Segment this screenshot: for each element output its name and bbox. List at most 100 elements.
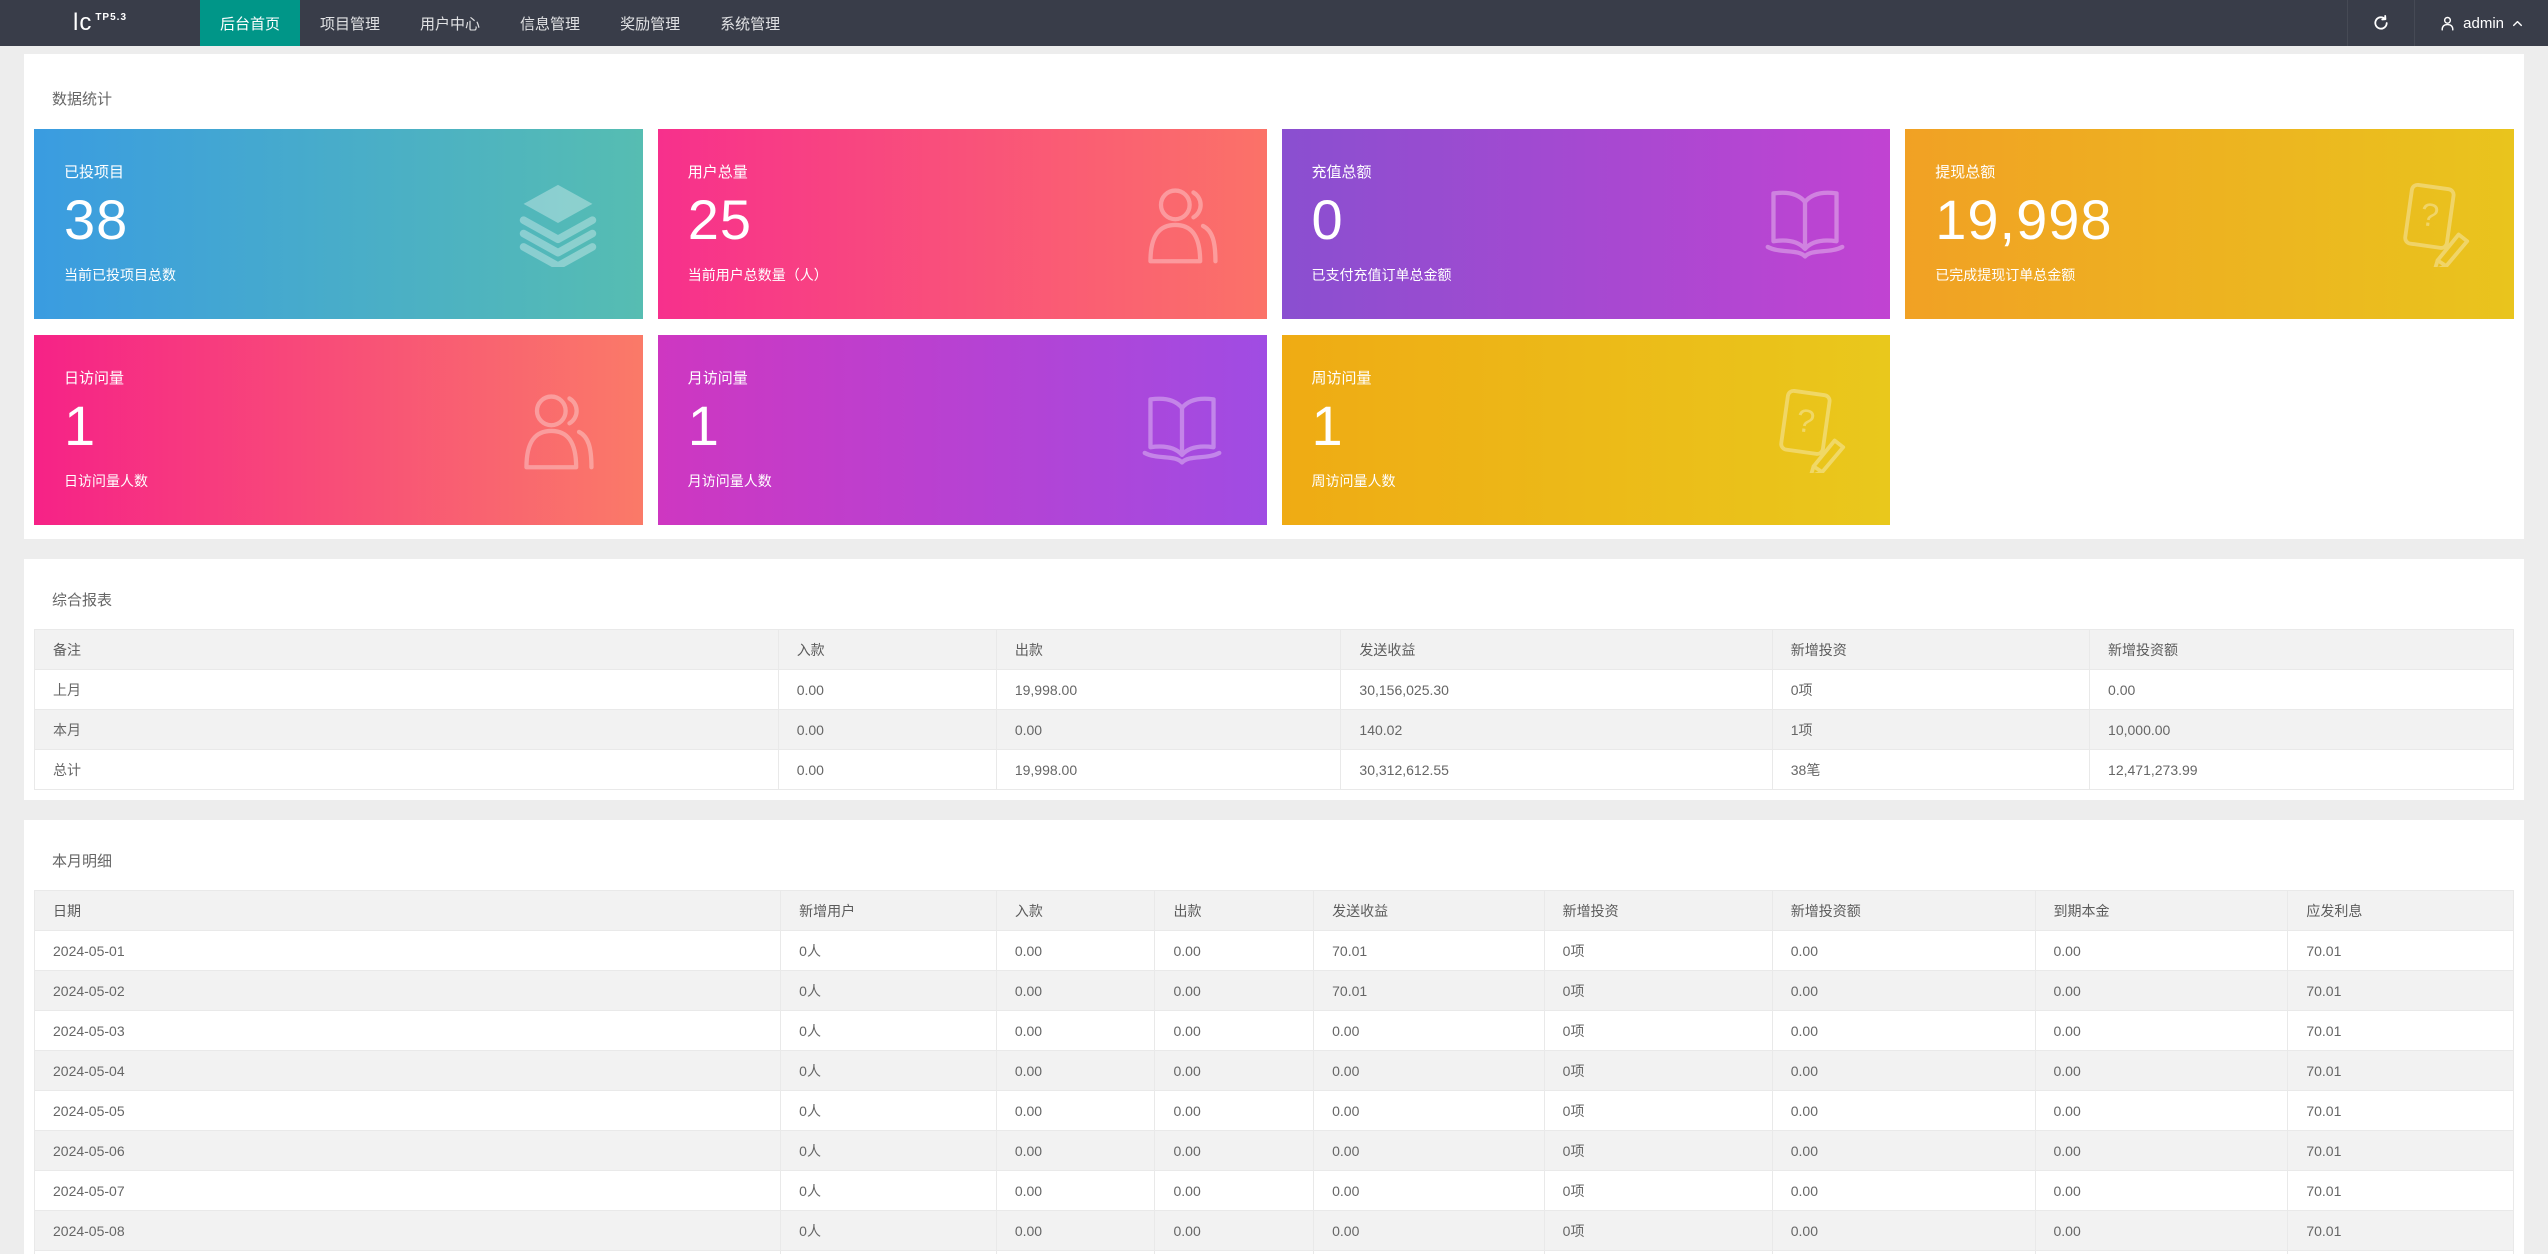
table-cell: 1项 bbox=[1544, 1251, 1772, 1254]
table-cell: 0.00 bbox=[2035, 1131, 2288, 1171]
table-cell: 0.00 bbox=[996, 931, 1155, 971]
table-cell: 10,000.00 bbox=[1772, 1251, 2035, 1254]
table-cell: 0.00 bbox=[2035, 1211, 2288, 1251]
table-cell: 2024-05-09 bbox=[35, 1251, 781, 1254]
table-cell: 0.00 bbox=[996, 1051, 1155, 1091]
table-cell: 0.00 bbox=[1155, 1251, 1314, 1254]
table-cell: 70.01 bbox=[2288, 971, 2514, 1011]
stat-card: 充值总额 0 已支付充值订单总金额 bbox=[1282, 129, 1891, 319]
nav-item-info[interactable]: 信息管理 bbox=[500, 0, 600, 46]
table-row: 2024-05-010人0.000.0070.010项0.000.0070.01 bbox=[35, 931, 2514, 971]
nav-item-dashboard[interactable]: 后台首页 bbox=[200, 0, 300, 46]
table-cell: 0.00 bbox=[2035, 971, 2288, 1011]
main-menu: 后台首页 项目管理 用户中心 信息管理 奖励管理 系统管理 bbox=[200, 0, 800, 46]
table-cell: 0项 bbox=[1544, 1131, 1772, 1171]
nav-item-rewards[interactable]: 奖励管理 bbox=[600, 0, 700, 46]
users-icon bbox=[515, 387, 601, 473]
stat-card: 提现总额 19,998 已完成提现订单总金额 ? bbox=[1905, 129, 2514, 319]
table-cell: 30,156,025.30 bbox=[1341, 670, 1772, 710]
user-icon bbox=[2439, 15, 2456, 32]
table-cell: 0.00 bbox=[2035, 1091, 2288, 1131]
user-menu[interactable]: admin bbox=[2414, 0, 2548, 46]
table-cell: 0人 bbox=[781, 1091, 997, 1131]
table-cell: 0.00 bbox=[996, 971, 1155, 1011]
nav-item-system[interactable]: 系统管理 bbox=[700, 0, 800, 46]
table-cell: 0.00 bbox=[1314, 1051, 1545, 1091]
card-desc: 已支付充值订单总金额 bbox=[1312, 265, 1861, 285]
logo-version: TP5.3 bbox=[95, 12, 127, 23]
card-desc: 当前用户总数量（人） bbox=[688, 265, 1237, 285]
table-cell: 0项 bbox=[1772, 670, 2089, 710]
refresh-button[interactable] bbox=[2347, 0, 2414, 46]
table-cell: 0.00 bbox=[1155, 971, 1314, 1011]
doc-question-icon: ? bbox=[1762, 387, 1848, 473]
column-header: 日期 bbox=[35, 891, 781, 931]
table-row: 本月0.000.00140.021项10,000.00 bbox=[35, 710, 2514, 750]
card-desc: 月访问量人数 bbox=[688, 471, 1237, 491]
table-cell: 0.00 bbox=[996, 1251, 1155, 1254]
column-header: 入款 bbox=[996, 891, 1155, 931]
detail-panel-title: 本月明细 bbox=[34, 830, 2514, 890]
refresh-icon bbox=[2372, 14, 2390, 32]
table-cell: 0.00 bbox=[996, 710, 1341, 750]
nav-item-users[interactable]: 用户中心 bbox=[400, 0, 500, 46]
table-row: 2024-05-030人0.000.000.000项0.000.0070.01 bbox=[35, 1011, 2514, 1051]
book-icon bbox=[1139, 387, 1225, 473]
table-cell: 2024-05-05 bbox=[35, 1091, 781, 1131]
table-cell: 0项 bbox=[1544, 1091, 1772, 1131]
users-icon bbox=[1139, 181, 1225, 267]
table-row: 2024-05-080人0.000.000.000项0.000.0070.01 bbox=[35, 1211, 2514, 1251]
card-title: 周访问量 bbox=[1312, 367, 1861, 388]
table-cell: 0.00 bbox=[1314, 1131, 1545, 1171]
table-cell: 2024-05-03 bbox=[35, 1011, 781, 1051]
navbar-right: admin bbox=[2347, 0, 2548, 46]
card-title: 日访问量 bbox=[64, 367, 613, 388]
stat-card: 月访问量 1 月访问量人数 bbox=[658, 335, 1267, 525]
nav-item-projects[interactable]: 项目管理 bbox=[300, 0, 400, 46]
card-desc: 已完成提现订单总金额 bbox=[1935, 265, 2484, 285]
table-cell: 70.01 bbox=[2288, 1091, 2514, 1131]
table-cell: 0人 bbox=[781, 1131, 997, 1171]
card-desc: 当前已投项目总数 bbox=[64, 265, 613, 285]
table-cell: 0.00 bbox=[1314, 1251, 1545, 1254]
table-cell: 70.01 bbox=[2288, 1211, 2514, 1251]
table-header-row: 日期新增用户入款出款发送收益新增投资新增投资额到期本金应发利息 bbox=[35, 891, 2514, 931]
column-header: 新增用户 bbox=[781, 891, 997, 931]
detail-table: 日期新增用户入款出款发送收益新增投资新增投资额到期本金应发利息 2024-05-… bbox=[34, 890, 2514, 1254]
logo[interactable]: lc TP5.3 bbox=[0, 0, 200, 46]
column-header: 新增投资额 bbox=[1772, 891, 2035, 931]
table-cell: 0.00 bbox=[1314, 1091, 1545, 1131]
table-cell: 0.00 bbox=[2035, 1011, 2288, 1051]
table-cell: 0.00 bbox=[1772, 1171, 2035, 1211]
table-cell: 0项 bbox=[1544, 1171, 1772, 1211]
table-cell: 0.00 bbox=[2035, 931, 2288, 971]
table-row: 2024-05-020人0.000.0070.010项0.000.0070.01 bbox=[35, 971, 2514, 1011]
table-cell: 本月 bbox=[35, 710, 779, 750]
table-cell: 2024-05-06 bbox=[35, 1131, 781, 1171]
caret-up-icon bbox=[2511, 17, 2524, 30]
stat-card: 已投项目 38 当前已投项目总数 bbox=[34, 129, 643, 319]
table-cell: 0人 bbox=[781, 1251, 997, 1254]
svg-text:?: ? bbox=[2418, 196, 2441, 234]
table-cell: 0.00 bbox=[1772, 1011, 2035, 1051]
table-cell: 0.00 bbox=[996, 1131, 1155, 1171]
table-cell: 12,471,273.99 bbox=[2090, 750, 2514, 790]
table-cell: 0.00 bbox=[1772, 931, 2035, 971]
table-cell: 0.00 bbox=[2090, 670, 2514, 710]
table-cell: 0.00 bbox=[1314, 1171, 1545, 1211]
table-header-row: 备注入款出款发送收益新增投资新增投资额 bbox=[35, 630, 2514, 670]
table-cell: 0.00 bbox=[996, 1091, 1155, 1131]
table-row: 2024-05-060人0.000.000.000项0.000.0070.01 bbox=[35, 1131, 2514, 1171]
table-cell: 0.00 bbox=[778, 670, 996, 710]
table-cell: 2024-05-08 bbox=[35, 1211, 781, 1251]
table-cell: 70.01 bbox=[2288, 1131, 2514, 1171]
stats-panel-title: 数据统计 bbox=[34, 64, 2514, 129]
table-cell: 0.00 bbox=[1155, 1211, 1314, 1251]
card-desc: 周访问量人数 bbox=[1312, 471, 1861, 491]
table-row: 2024-05-070人0.000.000.000项0.000.0070.01 bbox=[35, 1171, 2514, 1211]
summary-panel-title: 综合报表 bbox=[34, 569, 2514, 629]
table-cell: 19,998.00 bbox=[996, 750, 1341, 790]
table-cell: 0.00 bbox=[2035, 1051, 2288, 1091]
column-header: 新增投资额 bbox=[2090, 630, 2514, 670]
table-cell: 0项 bbox=[1544, 1051, 1772, 1091]
